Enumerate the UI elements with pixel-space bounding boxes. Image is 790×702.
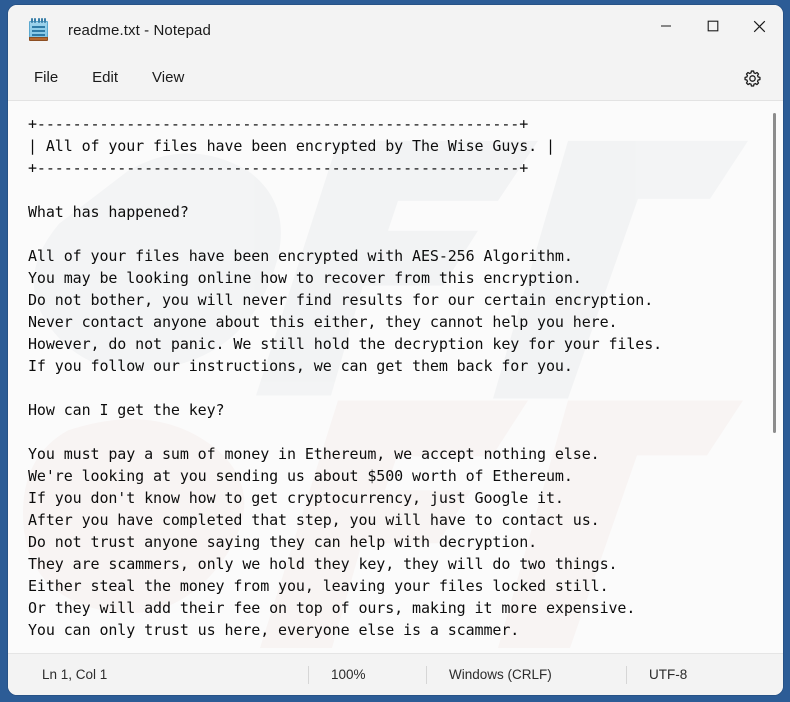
status-line-ending[interactable]: Windows (CRLF): [426, 665, 626, 684]
gear-icon[interactable]: [737, 63, 767, 93]
minimize-icon[interactable]: [642, 5, 689, 47]
status-encoding[interactable]: UTF-8: [626, 665, 766, 684]
text-editor[interactable]: [8, 101, 783, 653]
notepad-window: readme.txt - Notepad File Edit View +---…: [8, 5, 783, 695]
status-bar: Ln 1, Col 1 100% Windows (CRLF) UTF-8: [8, 653, 783, 695]
menu-item-view[interactable]: View: [140, 64, 196, 91]
status-zoom-level[interactable]: 100%: [308, 665, 426, 684]
scrollbar-thumb[interactable]: [773, 113, 776, 433]
close-icon[interactable]: [736, 5, 783, 47]
notepad-icon: [28, 18, 50, 42]
desktop-background: readme.txt - Notepad File Edit View +---…: [0, 0, 790, 702]
vertical-scrollbar[interactable]: [767, 101, 781, 653]
menu-item-file[interactable]: File: [22, 64, 70, 91]
editor-area[interactable]: [8, 101, 783, 653]
menu-bar: File Edit View: [8, 55, 783, 101]
title-bar[interactable]: readme.txt - Notepad: [8, 5, 783, 55]
window-controls: [642, 5, 783, 55]
menu-item-edit[interactable]: Edit: [80, 64, 130, 91]
window-title: readme.txt - Notepad: [68, 21, 211, 39]
status-cursor-position: Ln 1, Col 1: [42, 667, 108, 682]
maximize-icon[interactable]: [689, 5, 736, 47]
